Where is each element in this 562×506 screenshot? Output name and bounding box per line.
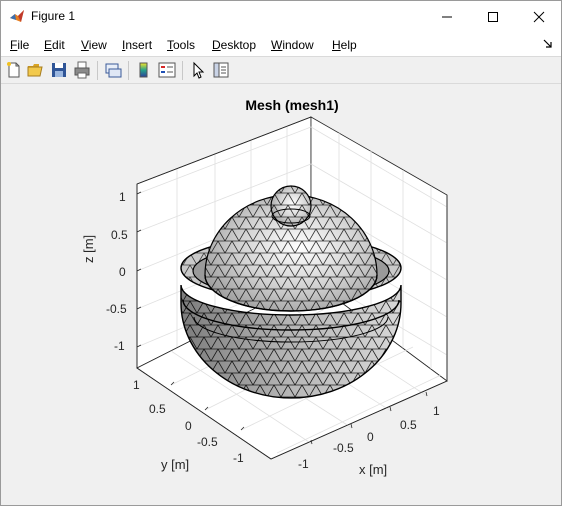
print-icon[interactable] — [73, 61, 91, 79]
axes-3d[interactable] — [1, 85, 561, 505]
z-tick-label: 0.5 — [111, 228, 128, 242]
figure-window: Figure 1 File Edit View Insert Tools Des… — [0, 0, 562, 506]
x-axis-label: x [m] — [359, 462, 388, 477]
z-axis-label: z [m] — [81, 234, 96, 263]
menu-window[interactable]: Window — [271, 38, 314, 52]
maximize-button[interactable] — [470, 1, 516, 32]
x-tick-label: 0 — [367, 430, 374, 444]
maximize-icon — [488, 11, 498, 22]
title-bar[interactable]: Figure 1 — [1, 1, 561, 32]
new-figure-icon[interactable] — [5, 61, 23, 79]
y-axis-label: y [m] — [161, 457, 190, 472]
matlab-logo-icon — [10, 10, 24, 22]
x-tick-label: -1 — [298, 457, 309, 471]
open-file-icon[interactable] — [27, 61, 45, 79]
save-icon[interactable] — [50, 61, 68, 79]
menu-view[interactable]: View — [81, 38, 107, 52]
figure-canvas: Mesh (mesh1) 1 0.5 0 -0.5 -1 z [m] 1 0.5… — [1, 85, 561, 505]
dock-arrow-icon[interactable] — [543, 39, 553, 49]
y-tick-label: 0.5 — [149, 402, 166, 416]
y-tick-label: -0.5 — [197, 435, 218, 449]
y-tick-label: 0 — [185, 419, 192, 433]
edit-plot-icon[interactable] — [189, 61, 207, 79]
minimize-icon — [442, 16, 452, 17]
close-icon — [533, 11, 545, 22]
toolbar-separator — [128, 61, 129, 80]
x-tick-label: 1 — [433, 404, 440, 418]
link-plot-icon[interactable] — [104, 61, 122, 79]
x-tick-label: 0.5 — [400, 418, 417, 432]
minimize-button[interactable] — [424, 1, 470, 32]
z-tick-label: -1 — [114, 339, 125, 353]
insert-colorbar-icon[interactable] — [135, 61, 153, 79]
toolbar-separator — [182, 61, 183, 80]
menu-help[interactable]: Help — [332, 38, 357, 52]
mesh-top-sphere — [270, 185, 312, 227]
window-title: Figure 1 — [31, 9, 76, 23]
property-inspector-icon[interactable] — [212, 61, 230, 79]
menu-tools[interactable]: Tools — [167, 38, 195, 52]
menu-file[interactable]: File — [10, 38, 29, 52]
menu-bar: File Edit View Insert Tools Desktop Wind… — [1, 32, 561, 56]
menu-edit[interactable]: Edit — [44, 38, 65, 52]
menu-insert[interactable]: Insert — [122, 38, 152, 52]
toolbar-separator — [97, 61, 98, 80]
z-tick-label: 0 — [119, 265, 126, 279]
figure-toolbar — [1, 56, 561, 84]
menu-desktop[interactable]: Desktop — [212, 38, 256, 52]
x-tick-label: -0.5 — [333, 441, 354, 455]
y-tick-label: -1 — [233, 451, 244, 465]
y-tick-label: 1 — [133, 378, 140, 392]
close-button[interactable] — [516, 1, 561, 32]
z-tick-label: 1 — [119, 190, 126, 204]
insert-legend-icon[interactable] — [158, 61, 176, 79]
z-tick-label: -0.5 — [106, 302, 127, 316]
